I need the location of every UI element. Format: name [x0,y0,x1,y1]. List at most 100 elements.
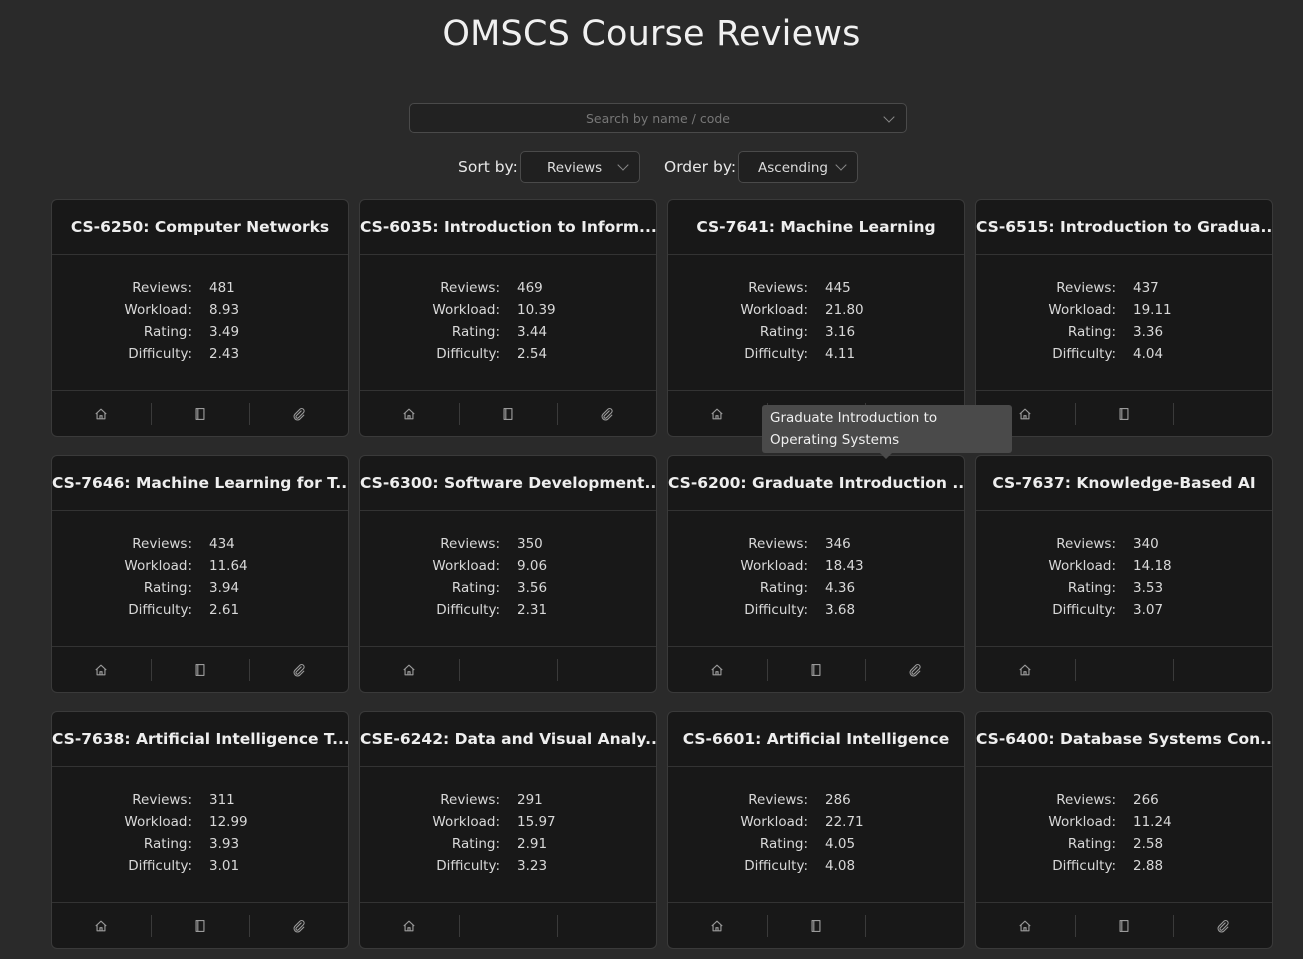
home-icon[interactable] [1018,663,1032,677]
course-stats: Reviews: 346 Workload: 18.43 Rating: 4.36 D… [668,511,964,647]
book-cell [458,903,558,948]
link-cell [557,391,656,436]
home-icon[interactable] [94,919,108,933]
stat-workload: Workload: 22.71 [668,814,964,836]
course-title[interactable]: CS-6400: Database Systems Con... [976,712,1272,767]
link-cell [249,903,348,948]
stat-value: 286 [825,792,851,808]
order-select[interactable]: Ascending [738,151,858,183]
paperclip-icon[interactable] [908,663,922,677]
sort-label: Sort by: [458,158,518,176]
course-card: CS-6515: Introduction to Gradua... Revie… [975,199,1273,437]
stat-value: 15.97 [517,814,556,830]
home-icon[interactable] [710,919,724,933]
stat-difficulty: Difficulty: 3.68 [668,602,964,624]
home-icon[interactable] [94,407,108,421]
home-cell [668,647,767,692]
course-title[interactable]: CSE-6242: Data and Visual Analy... [360,712,656,767]
card-actions [976,647,1272,692]
book-icon[interactable] [809,663,823,677]
book-cell [458,391,558,436]
book-icon[interactable] [809,919,823,933]
home-icon[interactable] [1018,407,1032,421]
sort-select[interactable]: Reviews [520,151,640,183]
course-title[interactable]: CS-7641: Machine Learning [668,200,964,255]
book-icon[interactable] [1117,407,1131,421]
stat-value: 4.36 [825,580,856,596]
stat-value: 3.53 [1133,580,1164,596]
course-title[interactable]: CS-6515: Introduction to Gradua... [976,200,1272,255]
course-card: CS-7637: Knowledge-Based AI Reviews: 340 … [975,455,1273,693]
paperclip-icon[interactable] [600,407,614,421]
book-icon[interactable] [193,663,207,677]
home-icon[interactable] [1018,919,1032,933]
home-icon[interactable] [402,663,416,677]
chevron-down-icon [835,159,847,171]
book-icon[interactable] [193,407,207,421]
stat-difficulty: Difficulty: 3.23 [360,858,656,880]
stat-label: Difficulty: [744,346,808,362]
stat-reviews: Reviews: 291 [360,792,656,814]
link-cell [249,647,348,692]
stat-value: 22.71 [825,814,864,830]
course-card: CS-6400: Database Systems Con... Reviews… [975,711,1273,949]
home-icon[interactable] [402,407,416,421]
course-card: CS-6300: Software Development... Reviews… [359,455,657,693]
course-card: CS-6601: Artificial Intelligence Reviews… [667,711,965,949]
course-title[interactable]: CS-6250: Computer Networks [52,200,348,255]
stat-rating: Rating: 3.56 [360,580,656,602]
course-stats: Reviews: 437 Workload: 19.11 Rating: 3.36 D… [976,255,1272,391]
card-actions [668,647,964,692]
stat-workload: Workload: 14.18 [976,558,1272,580]
course-title[interactable]: CS-6300: Software Development... [360,456,656,511]
course-title[interactable]: CS-7646: Machine Learning for T... [52,456,348,511]
home-icon[interactable] [710,663,724,677]
stat-label: Difficulty: [436,346,500,362]
stat-label: Reviews: [132,536,192,552]
stat-reviews: Reviews: 286 [668,792,964,814]
search-input[interactable] [410,104,906,132]
search-dropdown[interactable] [409,103,907,133]
book-cell [150,391,250,436]
book-icon[interactable] [1117,919,1131,933]
paperclip-icon[interactable] [292,407,306,421]
stat-value: 469 [517,280,543,296]
stat-workload: Workload: 9.06 [360,558,656,580]
order-value: Ascending [758,160,828,176]
home-icon[interactable] [710,407,724,421]
stat-value: 291 [517,792,543,808]
stat-difficulty: Difficulty: 4.04 [976,346,1272,368]
course-title[interactable]: CS-6200: Graduate Introduction ... [668,456,964,511]
course-title[interactable]: CS-6601: Artificial Intelligence [668,712,964,767]
stat-label: Rating: [1067,324,1116,340]
paperclip-icon[interactable] [292,663,306,677]
home-icon[interactable] [94,663,108,677]
book-cell [458,647,558,692]
card-actions [52,903,348,948]
home-icon[interactable] [402,919,416,933]
stat-difficulty: Difficulty: 2.54 [360,346,656,368]
course-title[interactable]: CS-6035: Introduction to Inform... [360,200,656,255]
stat-value: 3.49 [209,324,240,340]
stat-label: Difficulty: [436,858,500,874]
stat-label: Rating: [451,580,500,596]
stat-value: 11.64 [209,558,248,574]
paperclip-icon[interactable] [1216,919,1230,933]
paperclip-icon[interactable] [292,919,306,933]
course-title[interactable]: CS-7638: Artificial Intelligence T... [52,712,348,767]
card-actions [52,647,348,692]
book-icon[interactable] [193,919,207,933]
stat-label: Difficulty: [436,602,500,618]
stat-rating: Rating: 3.93 [52,836,348,858]
course-title[interactable]: CS-7637: Knowledge-Based AI [976,456,1272,511]
stat-difficulty: Difficulty: 2.88 [976,858,1272,880]
stat-value: 434 [209,536,235,552]
home-cell [360,647,459,692]
book-cell [150,903,250,948]
course-card: CS-7646: Machine Learning for T... Revie… [51,455,349,693]
book-icon[interactable] [501,407,515,421]
book-cell [150,647,250,692]
link-cell [557,647,656,692]
course-stats: Reviews: 340 Workload: 14.18 Rating: 3.53 D… [976,511,1272,647]
course-card: CS-6035: Introduction to Inform... Revie… [359,199,657,437]
